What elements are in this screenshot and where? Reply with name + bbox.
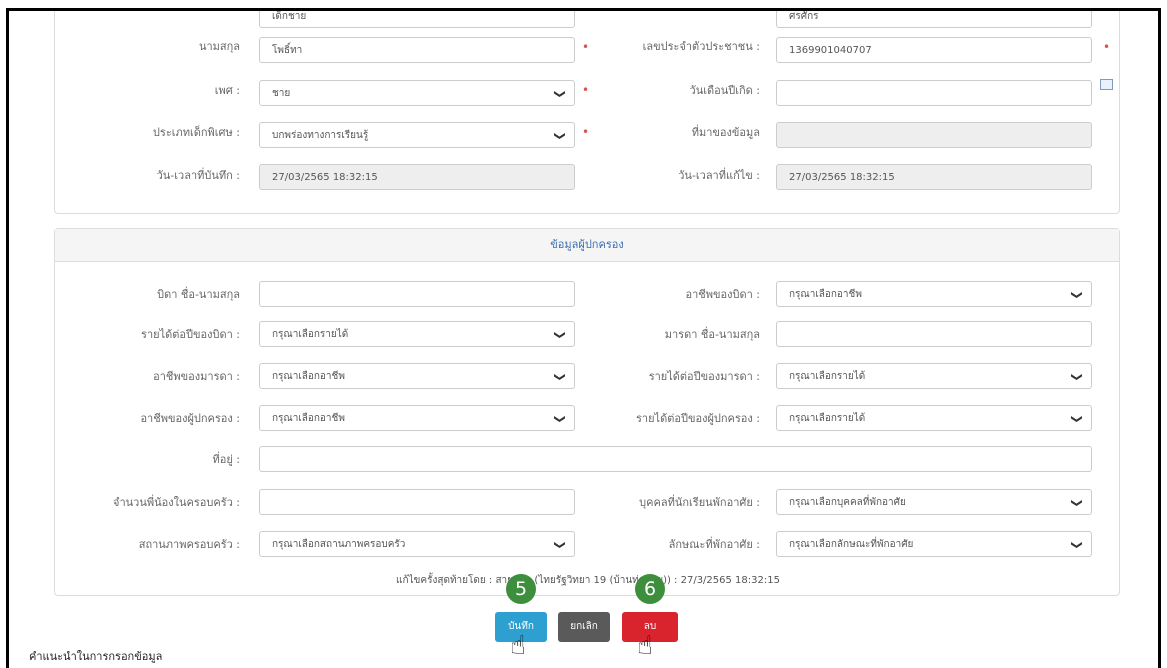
mother-income-value: กรุณาเลือกรายได้ [789,371,866,382]
screenshot-frame: เด็กชาย ศรศักร นามสกุล โพธิ์ทา • เลขประจ… [6,8,1161,668]
data-source-input [776,122,1092,148]
guardian-job-select[interactable]: กรุณาเลือกอาชีพ ❯ [259,405,575,431]
citizen-id-label: เลขประจำตัวประชาชน : [642,40,760,53]
chevron-down-icon: ❯ [1070,290,1084,300]
created-label: วัน-เวลาที่บันทึก : [156,169,240,182]
residence-label: ลักษณะที่พักอาศัย : [668,538,760,551]
lastname-value: โพธิ์ทา [272,45,303,56]
birthdate-input[interactable] [776,80,1092,106]
father-job-label: อาชีพของบิดา : [685,288,760,301]
birthdate-label: วันเดือนปีเกิด : [689,84,760,97]
chevron-down-icon: ❯ [1070,498,1084,508]
mother-job-label: อาชีพของมารดา : [153,370,240,383]
address-input[interactable] [259,446,1092,472]
residence-select[interactable]: กรุณาเลือกลักษณะที่พักอาศัย ❯ [776,531,1092,557]
cancel-button-label: ยกเลิก [570,621,598,632]
guardian-job-value: กรุณาเลือกอาชีพ [272,413,345,424]
edited-value: 27/03/2565 18:32:15 [789,172,895,183]
family-status-select[interactable]: กรุณาเลือกสถานภาพครอบครัว ❯ [259,531,575,557]
guardian-job-label: อาชีพของผู้ปกครอง : [140,412,240,425]
student-info-panel: เด็กชาย ศรศักร นามสกุล โพธิ์ทา • เลขประจ… [54,11,1120,214]
step-badge-save: 5 [506,574,536,604]
instructions-title: คำแนะนำในการกรอกข้อมูล [29,650,163,663]
guardian-income-value: กรุณาเลือกรายได้ [789,413,866,424]
father-job-value: กรุณาเลือกอาชีพ [789,289,862,300]
created-input: 27/03/2565 18:32:15 [259,164,575,190]
chevron-down-icon: ❯ [553,89,567,99]
guardian-panel-header: ข้อมูลผู้ปกครอง [55,229,1119,262]
siblings-input[interactable] [259,489,575,515]
mother-name-label: มารดา ชื่อ-นามสกุล [664,328,760,341]
mother-job-value: กรุณาเลือกอาชีพ [272,371,345,382]
mother-job-select[interactable]: กรุณาเลือกอาชีพ ❯ [259,363,575,389]
father-name-label: บิดา ชื่อ-นามสกุล [157,288,240,301]
citizen-id-input[interactable]: 1369901040707 [776,37,1092,63]
hand-pointer-icon: ☝ [510,631,526,661]
boarding-person-value: กรุณาเลือกบุคคลที่พักอาศัย [789,497,906,508]
chevron-down-icon: ❯ [1070,372,1084,382]
address-label: ที่อยู่ : [212,453,240,466]
father-job-select[interactable]: กรุณาเลือกอาชีพ ❯ [776,281,1092,307]
residence-value: กรุณาเลือกลักษณะที่พักอาศัย [789,539,914,550]
title-select[interactable]: เด็กชาย [259,11,575,28]
lastname-input[interactable]: โพธิ์ทา [259,37,575,63]
firstname-value: ศรศักร [789,11,819,22]
family-status-label: สถานภาพครอบครัว : [138,538,240,551]
special-type-select[interactable]: บกพร่องทางการเรียนรู้ ❯ [259,122,575,148]
gender-label: เพศ : [214,84,240,97]
father-income-label: รายได้ต่อปีของบิดา : [141,328,240,341]
guardian-income-select[interactable]: กรุณาเลือกรายได้ ❯ [776,405,1092,431]
calendar-icon[interactable] [1100,79,1113,90]
chevron-down-icon: ❯ [553,131,567,141]
boarding-person-select[interactable]: กรุณาเลือกบุคคลที่พักอาศัย ❯ [776,489,1092,515]
father-income-value: กรุณาเลือกรายได้ [272,329,349,340]
father-income-select[interactable]: กรุณาเลือกรายได้ ❯ [259,321,575,347]
hand-pointer-icon: ☝ [637,631,653,661]
step-badge-delete: 6 [635,574,665,604]
firstname-input[interactable]: ศรศักร [776,11,1092,28]
father-name-input[interactable] [259,281,575,307]
last-edit-info: แก้ไขครั้งสุดท้ายโดย : สายสุดา (ไทยรัฐวิ… [396,575,780,586]
citizen-id-value: 1369901040707 [789,45,872,56]
cancel-button[interactable]: ยกเลิก [558,612,610,642]
mother-name-input[interactable] [776,321,1092,347]
lastname-label: นามสกุล [198,40,240,53]
chevron-down-icon: ❯ [1070,540,1084,550]
created-value: 27/03/2565 18:32:15 [272,172,378,183]
special-type-label: ประเภทเด็กพิเศษ : [152,126,240,139]
data-source-label: ที่มาของข้อมูล [691,126,760,139]
boarding-person-label: บุคคลที่นักเรียนพักอาศัย : [639,496,760,509]
edited-label: วัน-เวลาที่แก้ไข : [678,169,760,182]
siblings-label: จำนวนพี่น้องในครอบครัว : [113,496,240,509]
mother-income-select[interactable]: กรุณาเลือกรายได้ ❯ [776,363,1092,389]
family-status-value: กรุณาเลือกสถานภาพครอบครัว [272,539,406,550]
title-select-value: เด็กชาย [272,11,307,22]
gender-value: ชาย [272,88,291,99]
guardian-info-panel: ข้อมูลผู้ปกครอง บิดา ชื่อ-นามสกุล อาชีพข… [54,228,1120,596]
gender-select[interactable]: ชาย ❯ [259,80,575,106]
chevron-down-icon: ❯ [1070,414,1084,424]
edited-input: 27/03/2565 18:32:15 [776,164,1092,190]
guardian-income-label: รายได้ต่อปีของผู้ปกครอง : [636,412,760,425]
special-type-value: บกพร่องทางการเรียนรู้ [272,130,369,141]
mother-income-label: รายได้ต่อปีของมารดา : [648,370,760,383]
required-marker: • [1103,40,1111,54]
